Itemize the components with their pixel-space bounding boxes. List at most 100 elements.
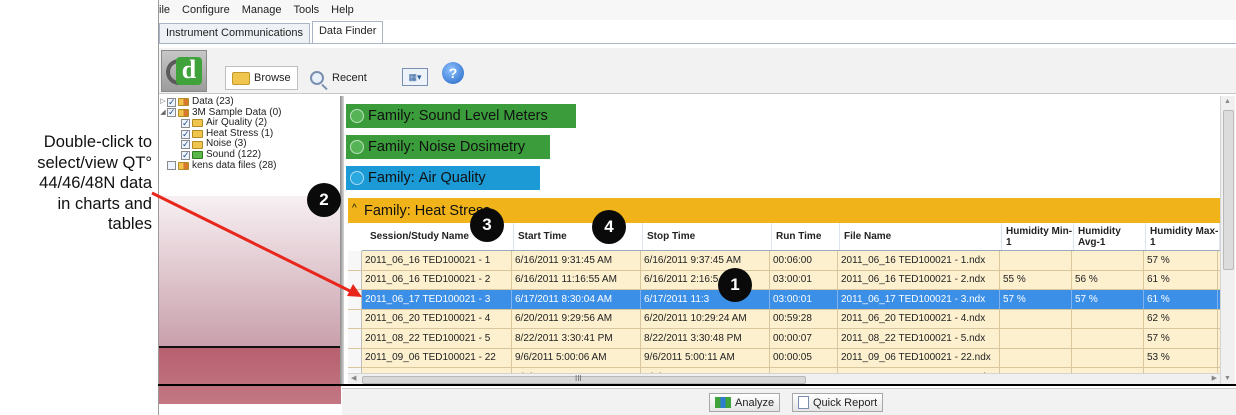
row-selector[interactable] [348,270,362,289]
checkbox[interactable] [181,150,190,160]
family-group-noise-dosimetry[interactable]: Family: Noise Dosimetry [346,135,550,159]
left-panel: ▷ Data (23) ◢ 3M Sample Data (0) Air Qua… [159,96,341,404]
cell-session-name: 2011_06_16 TED100021 - 2 [362,270,512,289]
tab-instrument-communications[interactable]: Instrument Communications [159,23,310,43]
cell-file-name: 2011_06_16 TED100021 - 2.ndx [838,270,1000,289]
family-group-air-quality[interactable]: Family: Air Quality [346,166,540,190]
cell-humidity-max: 57 % [1144,251,1218,270]
table-row[interactable]: 2011_06_16 TED100021 - 2 6/16/2011 11:16… [348,270,1220,290]
checkbox[interactable] [167,161,176,171]
chart-icon [715,397,731,408]
collapse-icon[interactable]: ◢ [159,108,167,119]
menu-help[interactable]: Help [325,4,360,16]
scroll-left-icon[interactable]: ◀ [351,374,356,382]
scroll-down-icon[interactable]: ▼ [1224,375,1231,382]
row-selector[interactable] [348,348,362,367]
browse-button[interactable]: Browse [225,66,298,90]
browse-label: Browse [254,72,291,84]
step-badge-1: 1 [718,268,752,302]
menu-tools[interactable]: Tools [287,4,325,16]
cell-start-time: 6/16/2011 9:31:45 AM [512,251,641,270]
family-status-icon [350,109,364,123]
column-header-humidity-max[interactable]: Humidity Max-1 [1146,223,1220,250]
cell-humidity-min [1000,348,1072,367]
cell-file-name: 2011_09_06 TED100021 - 22.ndx [838,348,1000,367]
menu-configure[interactable]: Configure [176,4,236,16]
scroll-right-icon[interactable]: ▶ [1212,374,1217,382]
callout-line: select/view QT° [37,153,152,172]
row-selector[interactable] [348,251,362,270]
cell-session-name: 2011_06_17 TED100021 - 3 [362,290,512,309]
help-icon[interactable]: ? [442,62,464,84]
cell-humidity-avg [1072,329,1144,348]
scroll-thumb[interactable] [1223,110,1234,270]
tree-node-sound[interactable]: Sound (122) [159,149,341,161]
cell-start-time: 6/20/2011 9:29:56 AM [512,309,641,328]
cell-session-name: 2011_09_06 TED100021 - 22 [362,348,512,367]
cell-humidity-min [1000,329,1072,348]
cell-session-name: 2011_06_20 TED100021 - 4 [362,309,512,328]
cell-humidity-min [1000,251,1072,270]
checkbox[interactable] [181,118,190,129]
panel-splitter[interactable] [340,96,344,384]
recent-button[interactable]: Recent [303,66,374,90]
tab-data-finder[interactable]: Data Finder [311,21,384,43]
cell-run-time: 00:00:05 [770,348,838,367]
quick-report-button[interactable]: Quick Report [792,393,884,412]
recent-label: Recent [332,72,367,84]
scroll-thumb[interactable]: III [362,374,806,384]
tab-bar: Instrument Communications Data Finder [159,21,1236,44]
callout-line: tables [107,215,152,233]
table-row[interactable]: 2011_08_22 TED100021 - 5 8/22/2011 3:30:… [348,329,1220,349]
divider-line [158,384,1236,386]
cell-run-time: 00:00:07 [770,329,838,348]
cell-file-name: 2011_06_16 TED100021 - 1.ndx [838,251,1000,270]
column-header-stop-time[interactable]: Stop Time [643,223,772,250]
app-logo: d [161,50,207,92]
menu-manage[interactable]: Manage [236,4,288,16]
tree-node-kens-data-files[interactable]: kens data files (28) [159,160,341,172]
cell-file-name: 2011_08_22 TED100021 - 5.ndx [838,329,1000,348]
folder-icon [178,98,189,107]
cell-humidity-avg: 56 % [1072,270,1144,289]
checkbox[interactable] [167,97,176,107]
expand-icon[interactable]: ▷ [159,97,167,108]
checkbox[interactable] [167,107,176,118]
row-selector[interactable] [348,329,362,348]
folder-tree: ▷ Data (23) ◢ 3M Sample Data (0) Air Qua… [159,96,341,196]
cell-run-time: 03:00:01 [770,290,838,309]
columns-chooser-icon[interactable]: ▦▾ [402,68,428,86]
scroll-grip-icon: III [575,374,582,383]
column-header-run-time[interactable]: Run Time [772,223,840,250]
analyze-button[interactable]: Analyze [709,393,781,412]
tree-node-data[interactable]: ▷ Data (23) [159,96,341,108]
callout-text: Double-click to select/view QT° 44/46/48… [0,132,152,235]
scroll-up-icon[interactable]: ▲ [1224,98,1231,105]
cell-file-name: 2011_06_20 TED100021 - 4.ndx [838,309,1000,328]
tree-node-heat-stress[interactable]: Heat Stress (1) [159,128,341,140]
cell-humidity-max: 57 % [1144,329,1218,348]
tree-node-label: Data (23) [192,96,234,107]
checkbox[interactable] [181,129,190,139]
column-header-file-name[interactable]: File Name [840,223,1002,250]
cell-humidity-avg [1072,251,1144,270]
column-header-humidity-avg[interactable]: Humidity Avg-1 [1074,223,1146,250]
cell-humidity-max: 62 % [1144,309,1218,328]
cell-run-time: 00:06:00 [770,251,838,270]
column-header-humidity-min[interactable]: Humidity Min-1 [1002,223,1074,250]
cell-humidity-max: 53 % [1144,348,1218,367]
checkbox[interactable] [181,139,190,150]
table-row[interactable]: 2011_06_16 TED100021 - 1 6/16/2011 9:31:… [348,251,1220,271]
table-row[interactable]: 2011_09_06 TED100021 - 22 9/6/2011 5:00:… [348,348,1220,368]
folder-icon [178,161,189,170]
collapse-caret-icon[interactable]: ^ [352,203,357,214]
menu-file[interactable]: ile [159,4,176,16]
vertical-scrollbar[interactable]: ▲ ▼ [1220,96,1235,384]
table-row[interactable]: 2011_06_20 TED100021 - 4 6/20/2011 9:29:… [348,309,1220,329]
family-group-sound-level-meters[interactable]: Family: Sound Level Meters [346,104,576,128]
row-selector[interactable] [348,309,362,328]
step-badge-2: 2 [307,183,341,217]
table-row-selected[interactable]: 2011_06_17 TED100021 - 3 6/17/2011 8:30:… [348,290,1220,310]
row-selector[interactable] [348,290,362,309]
left-panel-footer [159,346,341,404]
